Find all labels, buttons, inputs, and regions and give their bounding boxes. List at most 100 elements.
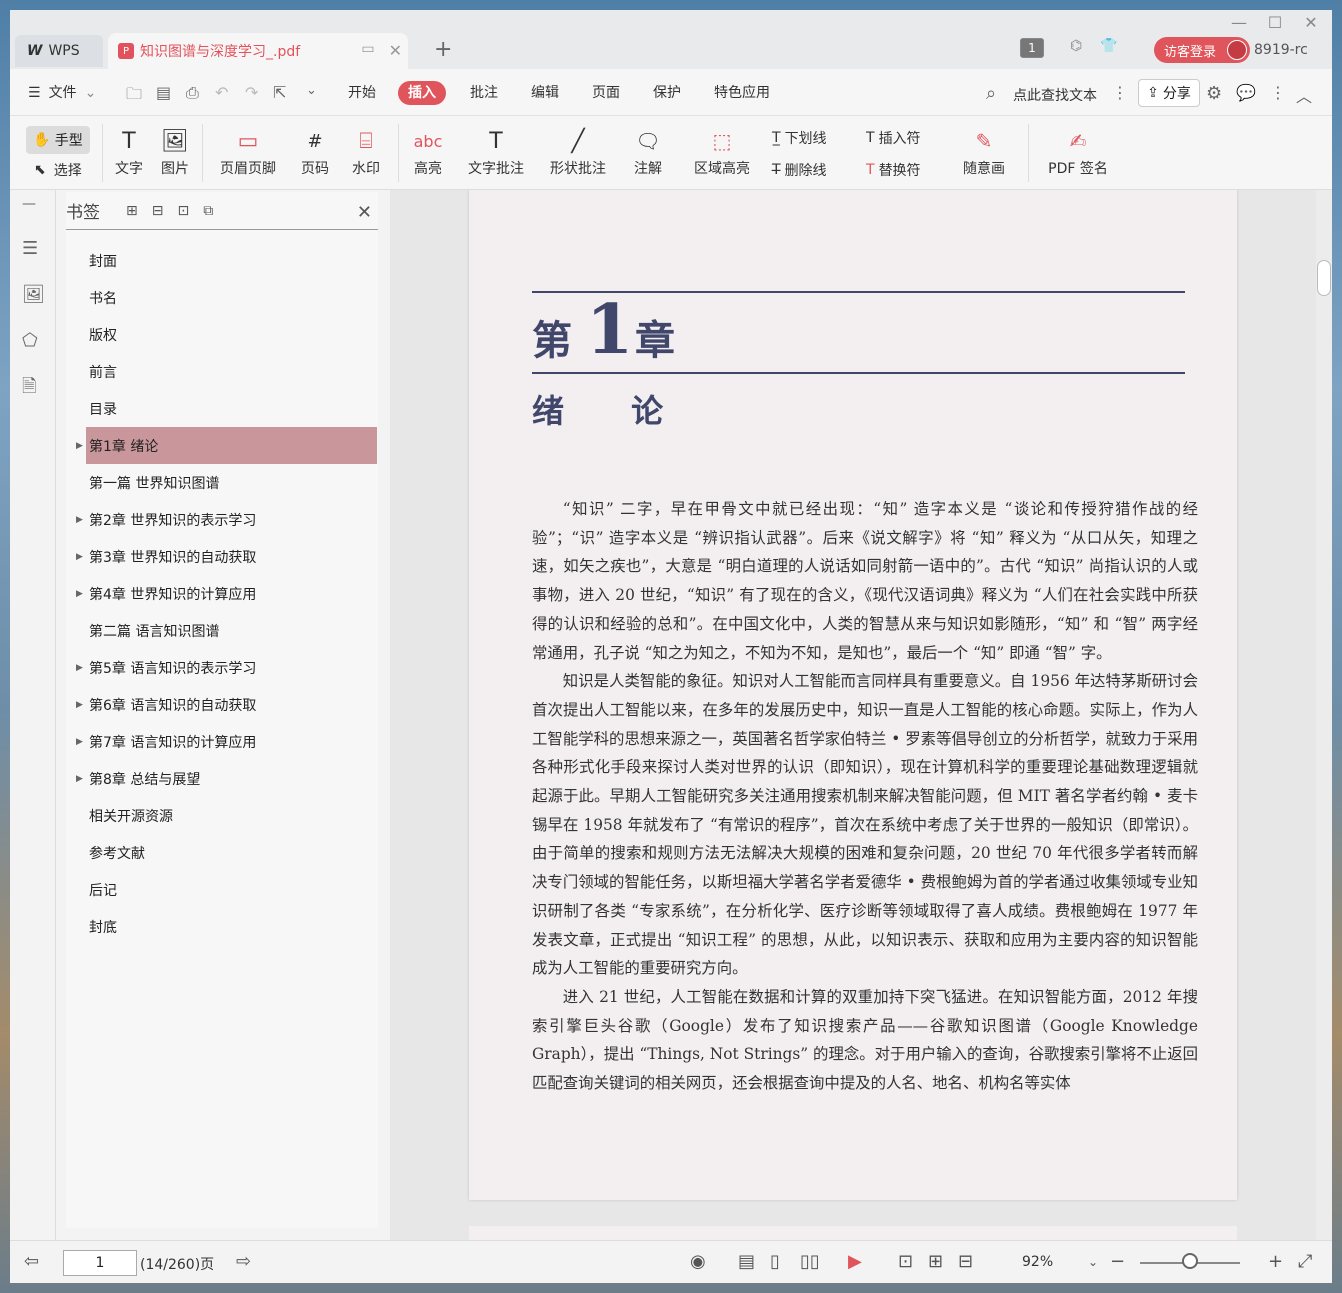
close-tab-icon[interactable]: ✕ [389,41,402,60]
zoom-level[interactable]: 92% [1022,1254,1053,1270]
add-bookmark-icon[interactable]: ⊞ [126,203,138,219]
menu-features[interactable]: 特色应用 [714,81,770,105]
search-text-button[interactable]: 点此查找文本 [1013,85,1097,105]
bookmark-item[interactable]: 书名 [66,279,378,316]
hand-tool-button[interactable]: ✋ 手型 [26,126,90,154]
bookmark-item[interactable]: ▶ 第5章 语言知识的表示学习 [66,649,378,686]
wps-home-tab[interactable]: W WPS [15,35,103,67]
insert-image-button[interactable]: 🖼 图片 [158,124,192,178]
skin-icon[interactable]: ⌬ [1070,38,1082,54]
bookmark-item[interactable]: 相关开源资源 [66,797,378,834]
menu-start[interactable]: 开始 [348,81,376,105]
bookmark-item[interactable]: 封底 [66,908,378,945]
expand-arrow-icon[interactable]: ▶ [76,700,83,710]
more-quick-icon[interactable]: ⌄ [306,83,317,98]
menu-comment[interactable]: 批注 [470,81,498,105]
double-page-icon[interactable]: ▯▯ [800,1251,820,1272]
save-icon[interactable]: ▤ [156,83,171,102]
new-bookmark-icon[interactable]: ⊡ [177,203,189,219]
undo-icon[interactable]: ↶ [215,83,228,102]
menu-edit[interactable]: 编辑 [531,81,559,105]
text-comment-button[interactable]: T 文字批注 [464,124,528,178]
new-tab-button[interactable]: + [434,37,452,62]
bookmark-settings-icon[interactable]: ⧉ [203,203,213,219]
bookmark-item[interactable]: 第二篇 语言知识图谱 [66,612,378,649]
document-tab[interactable]: P 知识图谱与深度学习_.pdf ▭ ✕ [108,33,408,69]
guest-login-button[interactable]: 访客登录 [1154,37,1250,63]
actual-size-icon[interactable]: ⊡ [898,1251,913,1272]
continuous-view-icon[interactable]: ▤ [738,1251,755,1272]
bookmark-item[interactable]: ▶ 第7章 语言知识的计算应用 [66,723,378,760]
pdf-sign-button[interactable]: ✍ PDF 签名 [1042,124,1114,178]
annotation-panel-icon[interactable]: ⬠ [22,330,38,351]
zoom-dropdown-icon[interactable]: ⌄ [1088,1255,1098,1269]
bookmark-item[interactable]: ▶ 第1章 绪论 [76,427,377,464]
watermark-button[interactable]: ⌸ 水印 [344,124,388,178]
monitor-icon[interactable]: ▭ [361,41,374,60]
next-page-icon[interactable]: ⇨ [236,1251,251,1272]
zoom-slider-knob[interactable] [1182,1253,1198,1269]
freehand-button[interactable]: ✎ 随意画 [956,124,1012,178]
fullscreen-icon[interactable]: ⤢ [1298,1251,1312,1272]
header-footer-button[interactable]: ▭ 页眉页脚 [210,124,286,178]
menu-page[interactable]: 页面 [592,81,620,105]
fit-width-icon[interactable]: ⊟ [958,1251,973,1272]
expand-arrow-icon[interactable]: ▶ [76,774,83,784]
close-panel-icon[interactable]: ✕ [357,202,372,223]
previous-page-icon[interactable]: ⇦ [24,1251,39,1272]
bookmark-item[interactable]: ▶ 第6章 语言知识的自动获取 [66,686,378,723]
bookmark-item[interactable]: 目录 [66,390,378,427]
fit-page-icon[interactable]: ⊞ [928,1251,943,1272]
shirt-icon[interactable]: 👕 [1100,38,1117,54]
maximize-icon[interactable]: ☐ [1258,12,1292,34]
shape-comment-button[interactable]: ╱ 形状批注 [540,124,616,178]
window-count-badge[interactable]: 1 [1020,38,1044,58]
replace-char-button[interactable]: T 替换符 [866,160,921,180]
document-viewer[interactable]: 第 1 章 绪 论 “知识” 二字，早在甲骨文中就已经出现：“知” 造字本义是 … [390,190,1332,1240]
chat-icon[interactable]: 💬 [1236,83,1256,102]
expand-arrow-icon[interactable]: ▶ [76,552,83,562]
menu-insert[interactable]: 插入 [398,81,446,105]
close-window-icon[interactable]: ✕ [1294,12,1328,34]
search-icon[interactable]: ⌕ [986,83,996,104]
bookmark-item[interactable]: 封面 [66,242,378,279]
open-folder-icon[interactable]: 🗀 [126,83,142,110]
area-highlight-button[interactable]: ⬚ 区域高亮 [684,124,760,178]
zoom-in-icon[interactable]: + [1268,1251,1283,1272]
menu-protect[interactable]: 保护 [653,81,681,105]
bookmark-item[interactable]: ▶ 第3章 世界知识的自动获取 [66,538,378,575]
play-icon[interactable]: ▶ [848,1251,862,1272]
single-page-icon[interactable]: ▯ [770,1251,780,1272]
expand-arrow-icon[interactable]: ▶ [76,663,83,673]
bookmark-item[interactable]: 参考文献 [66,834,378,871]
print-icon[interactable]: ⎙ [186,83,199,103]
expand-arrow-icon[interactable]: ▶ [76,515,83,525]
insert-char-button[interactable]: T 插入符 [866,128,921,148]
page-number-input[interactable]: 1 [63,1250,137,1276]
vertical-scrollbar[interactable] [1316,190,1332,1240]
expand-arrow-icon[interactable]: ▶ [76,737,83,747]
page-number-button[interactable]: # 页码 [298,124,332,178]
annotation-button[interactable]: 🗨 注解 [626,124,670,178]
bookmark-item[interactable]: ▶ 第4章 世界知识的计算应用 [66,575,378,612]
bookmark-item[interactable]: 第一篇 世界知识图谱 [66,464,378,501]
gear-icon[interactable]: ⚙ [1206,83,1222,104]
minimize-icon[interactable]: — [1222,12,1256,34]
bookmark-item[interactable]: ▶ 第8章 总结与展望 [66,760,378,797]
signature-panel-icon[interactable]: 🗎 [22,374,36,404]
bookmark-item[interactable]: 版权 [66,316,378,353]
more-vertical-icon[interactable]: ⋮ [1112,83,1128,102]
bookmark-item[interactable]: 后记 [66,871,378,908]
scrollbar-thumb[interactable] [1317,260,1331,296]
expand-arrow-icon[interactable]: ▶ [76,441,83,451]
export-icon[interactable]: ⇱ [273,83,286,102]
highlight-button[interactable]: abc 高亮 [406,124,450,178]
eye-protection-icon[interactable]: ◉ [690,1251,706,1272]
file-menu[interactable]: ☰ 文件 ⌄ [28,81,96,105]
strikethrough-button[interactable]: T̶ 删除线 [772,160,827,180]
bookmark-item[interactable]: ▶ 第2章 世界知识的表示学习 [66,501,378,538]
bookmark-item[interactable]: 前言 [66,353,378,390]
outline-icon[interactable]: ☰ [22,238,38,259]
underline-button[interactable]: T̲ 下划线 [772,128,827,148]
expand-bookmark-icon[interactable]: ⊟ [152,203,164,219]
